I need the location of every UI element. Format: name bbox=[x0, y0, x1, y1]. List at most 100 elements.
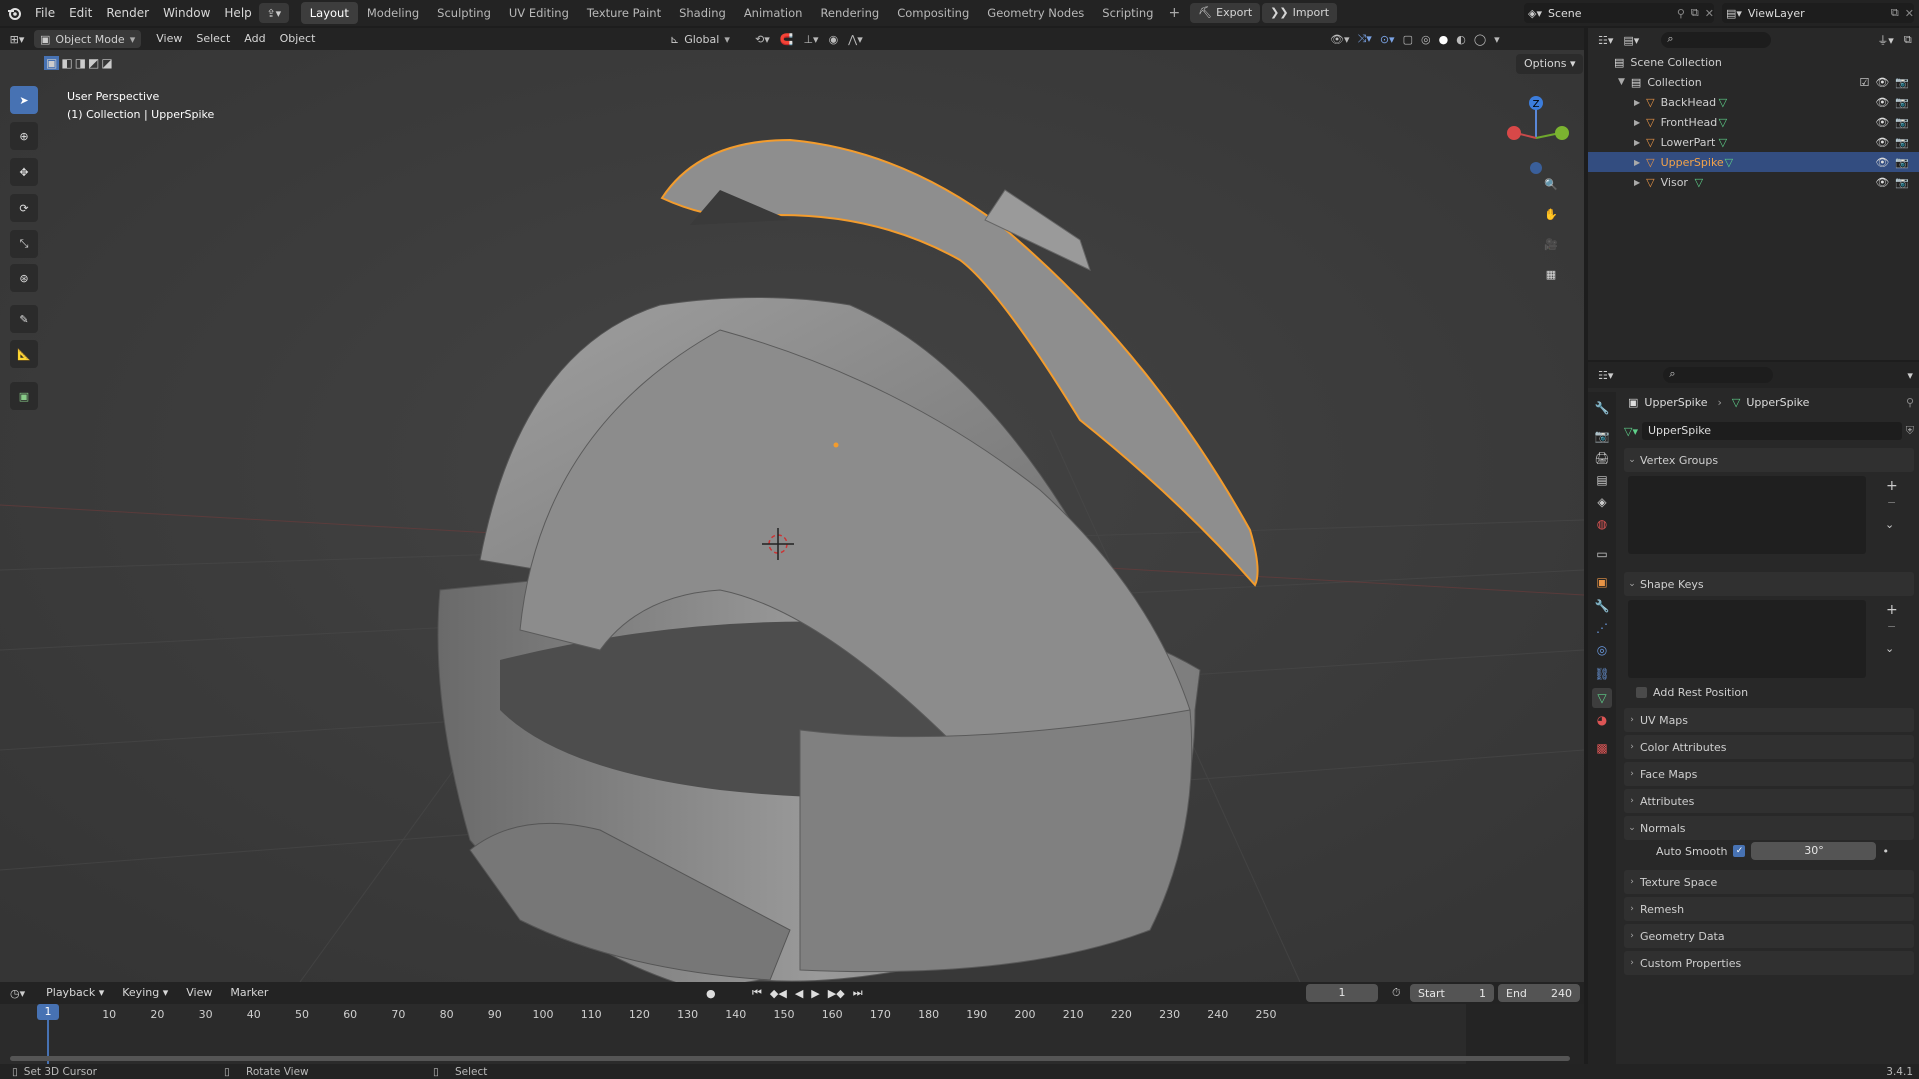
shape-keys-panel-header[interactable]: ⌄ Shape Keys bbox=[1624, 572, 1914, 596]
outliner-object-lowerpart[interactable]: ▶ ▽ LowerPart ▽ 👁 📷 bbox=[1588, 132, 1919, 152]
expand-arrow-icon[interactable]: ▶ bbox=[1634, 118, 1640, 127]
output-tab-icon[interactable]: 🖨 bbox=[1592, 448, 1612, 468]
end-frame-field[interactable]: End 240 bbox=[1498, 984, 1580, 1002]
jump-end-icon[interactable]: ⏭ bbox=[853, 986, 863, 1000]
camera-icon[interactable]: 📷 bbox=[1895, 136, 1909, 149]
add-cube-tool[interactable]: ▣ bbox=[10, 382, 38, 410]
eye-icon[interactable]: 👁 bbox=[1875, 176, 1889, 189]
expand-arrow-icon[interactable]: ▶ bbox=[1634, 178, 1640, 187]
expand-arrow-icon[interactable]: ▶ bbox=[1634, 158, 1640, 167]
outliner-object-fronthead[interactable]: ▶ ▽ FrontHead ▽ 👁 📷 bbox=[1588, 112, 1919, 132]
fake-user-shield-icon[interactable]: ⛨ bbox=[1906, 424, 1914, 438]
editor-type-icon[interactable]: ◷▾ bbox=[10, 987, 25, 1000]
measure-tool[interactable]: 📐 bbox=[10, 340, 38, 368]
menu-window[interactable]: Window bbox=[156, 0, 217, 26]
remove-view-layer-icon[interactable]: ✕ bbox=[1905, 7, 1914, 20]
shape-keys-list[interactable] bbox=[1628, 600, 1866, 678]
cursor-tool[interactable]: ⊕ bbox=[10, 122, 38, 150]
tab-compositing[interactable]: Compositing bbox=[888, 2, 978, 24]
object-tab-icon[interactable]: ▣ bbox=[1592, 572, 1612, 592]
viewport-menu-object[interactable]: Object bbox=[273, 26, 323, 52]
mode-selector[interactable]: ▣ Object Mode ▾ bbox=[34, 30, 142, 48]
tab-rendering[interactable]: Rendering bbox=[811, 2, 888, 24]
select-extend-icon[interactable]: ◧ bbox=[61, 56, 72, 70]
texture-tab-icon[interactable]: ▩ bbox=[1592, 738, 1612, 758]
remove-scene-icon[interactable]: ✕ bbox=[1705, 7, 1714, 20]
uv-maps-panel-header[interactable]: › UV Maps bbox=[1624, 708, 1914, 732]
vertex-group-menu-icon[interactable]: ⌄ bbox=[1885, 518, 1894, 531]
playhead-frame-badge[interactable]: 1 bbox=[37, 1004, 59, 1020]
import-button[interactable]: ❯❯ Import bbox=[1262, 3, 1338, 23]
select-box-tool[interactable]: ➤ bbox=[10, 86, 38, 114]
jump-keyframe-back-icon[interactable]: ◆◀ bbox=[770, 987, 787, 1000]
tab-animation[interactable]: Animation bbox=[735, 2, 812, 24]
viewport-menu-view[interactable]: View bbox=[149, 26, 189, 52]
eye-icon[interactable]: 👁 bbox=[1875, 96, 1889, 109]
snap-tools[interactable]: ⟲▾ 🧲 ⊥▾ ◉ ⋀▾ bbox=[755, 33, 863, 46]
tab-layout[interactable]: Layout bbox=[300, 2, 358, 24]
texture-space-panel-header[interactable]: › Texture Space bbox=[1624, 870, 1914, 894]
vertex-groups-panel-header[interactable]: ⌄ Vertex Groups bbox=[1624, 448, 1914, 472]
camera-icon[interactable]: 📷 bbox=[1895, 116, 1909, 129]
frame-ruler[interactable]: 1 10 20 30 40 50 60 70 80 90 100 110 120 130 140 150 16… bbox=[0, 1004, 1584, 1064]
render-tab-icon[interactable]: 📷 bbox=[1592, 426, 1612, 446]
menu-edit[interactable]: Edit bbox=[62, 0, 99, 26]
tab-scripting[interactable]: Scripting bbox=[1093, 2, 1162, 24]
pan-button[interactable]: ✋ bbox=[1537, 200, 1565, 228]
vertex-groups-list[interactable] bbox=[1628, 476, 1866, 554]
normals-panel-header[interactable]: ⌄ Normals bbox=[1624, 816, 1914, 840]
outliner-scene-collection[interactable]: ▤ Scene Collection bbox=[1588, 52, 1919, 72]
select-new-icon[interactable]: ▣ bbox=[44, 56, 60, 70]
editor-type-icon[interactable]: ☷▾ bbox=[1598, 369, 1613, 382]
tab-sculpting[interactable]: Sculpting bbox=[428, 2, 500, 24]
auto-smooth-angle-field[interactable]: 30° bbox=[1751, 842, 1877, 860]
add-vertex-group-button[interactable]: + bbox=[1886, 478, 1898, 494]
menu-render[interactable]: Render bbox=[99, 0, 156, 26]
camera-icon[interactable]: 📷 bbox=[1895, 156, 1909, 169]
tab-modeling[interactable]: Modeling bbox=[358, 2, 428, 24]
visibility-icon[interactable]: 👁▾ bbox=[1330, 33, 1350, 46]
play-reverse-icon[interactable]: ◀ bbox=[795, 987, 803, 1000]
current-frame-field[interactable]: 1 bbox=[1306, 984, 1378, 1002]
rendered-shading-icon[interactable]: ◯ bbox=[1474, 33, 1486, 46]
tab-uv-editing[interactable]: UV Editing bbox=[500, 2, 578, 24]
pivot-icon[interactable]: ⟲▾ bbox=[755, 33, 770, 46]
add-workspace-icon[interactable]: + bbox=[1162, 5, 1186, 21]
xray-icon[interactable]: ▢ bbox=[1403, 33, 1413, 46]
attributes-panel-header[interactable]: › Attributes bbox=[1624, 789, 1914, 813]
camera-icon[interactable]: 📷 bbox=[1895, 96, 1909, 109]
geometry-data-panel-header[interactable]: › Geometry Data bbox=[1624, 924, 1914, 948]
blender-logo-icon[interactable] bbox=[0, 0, 28, 26]
select-intersect-icon[interactable]: ◪ bbox=[101, 56, 112, 70]
timeline-menu-view[interactable]: View bbox=[179, 980, 219, 1006]
select-subtract-icon[interactable]: ◨ bbox=[75, 56, 86, 70]
custom-properties-panel-header[interactable]: › Custom Properties bbox=[1624, 951, 1914, 975]
new-view-layer-icon[interactable]: ⧉ bbox=[1891, 6, 1899, 20]
clock-icon[interactable]: ⏱ bbox=[1392, 986, 1401, 1000]
material-tab-icon[interactable]: ◕ bbox=[1592, 710, 1612, 730]
material-shading-icon[interactable]: ◐ bbox=[1456, 33, 1466, 46]
tool-tab-icon[interactable]: 🔧 bbox=[1592, 398, 1612, 418]
jump-keyframe-forward-icon[interactable]: ▶◆ bbox=[828, 987, 845, 1000]
options-button[interactable]: Options ▾ bbox=[1516, 54, 1584, 74]
zoom-button[interactable]: 🔍 bbox=[1537, 170, 1565, 198]
gizmo-toggle-icon[interactable]: ⤨▾ bbox=[1358, 32, 1372, 46]
snap-icon[interactable]: 🧲 bbox=[780, 33, 794, 46]
jump-start-icon[interactable]: ⏮ bbox=[752, 986, 762, 1000]
annotate-tool[interactable]: ✎ bbox=[10, 305, 38, 333]
keyframe-dot-icon[interactable]: • bbox=[1882, 845, 1889, 858]
data-tab-icon[interactable]: ▽ bbox=[1592, 688, 1612, 708]
viewport-menu-select[interactable]: Select bbox=[189, 26, 237, 52]
new-scene-icon[interactable]: ⧉ bbox=[1691, 6, 1699, 20]
remesh-panel-header[interactable]: › Remesh bbox=[1624, 897, 1914, 921]
tab-shading[interactable]: Shading bbox=[670, 2, 735, 24]
expand-arrow-icon[interactable]: ▼ bbox=[1618, 77, 1625, 87]
editor-type-icon[interactable]: ☷▾ bbox=[1598, 34, 1613, 47]
display-mode-icon[interactable]: ▤▾ bbox=[1623, 34, 1639, 47]
tab-geometry-nodes[interactable]: Geometry Nodes bbox=[978, 2, 1093, 24]
auto-smooth-checkbox[interactable]: ✓ bbox=[1733, 845, 1746, 857]
editor-type-icon[interactable]: ⊞▾ bbox=[0, 33, 34, 46]
start-frame-field[interactable]: Start 1 bbox=[1410, 984, 1494, 1002]
mesh-name-field[interactable]: UpperSpike bbox=[1641, 422, 1902, 440]
properties-search[interactable]: ⌕ bbox=[1663, 367, 1774, 383]
